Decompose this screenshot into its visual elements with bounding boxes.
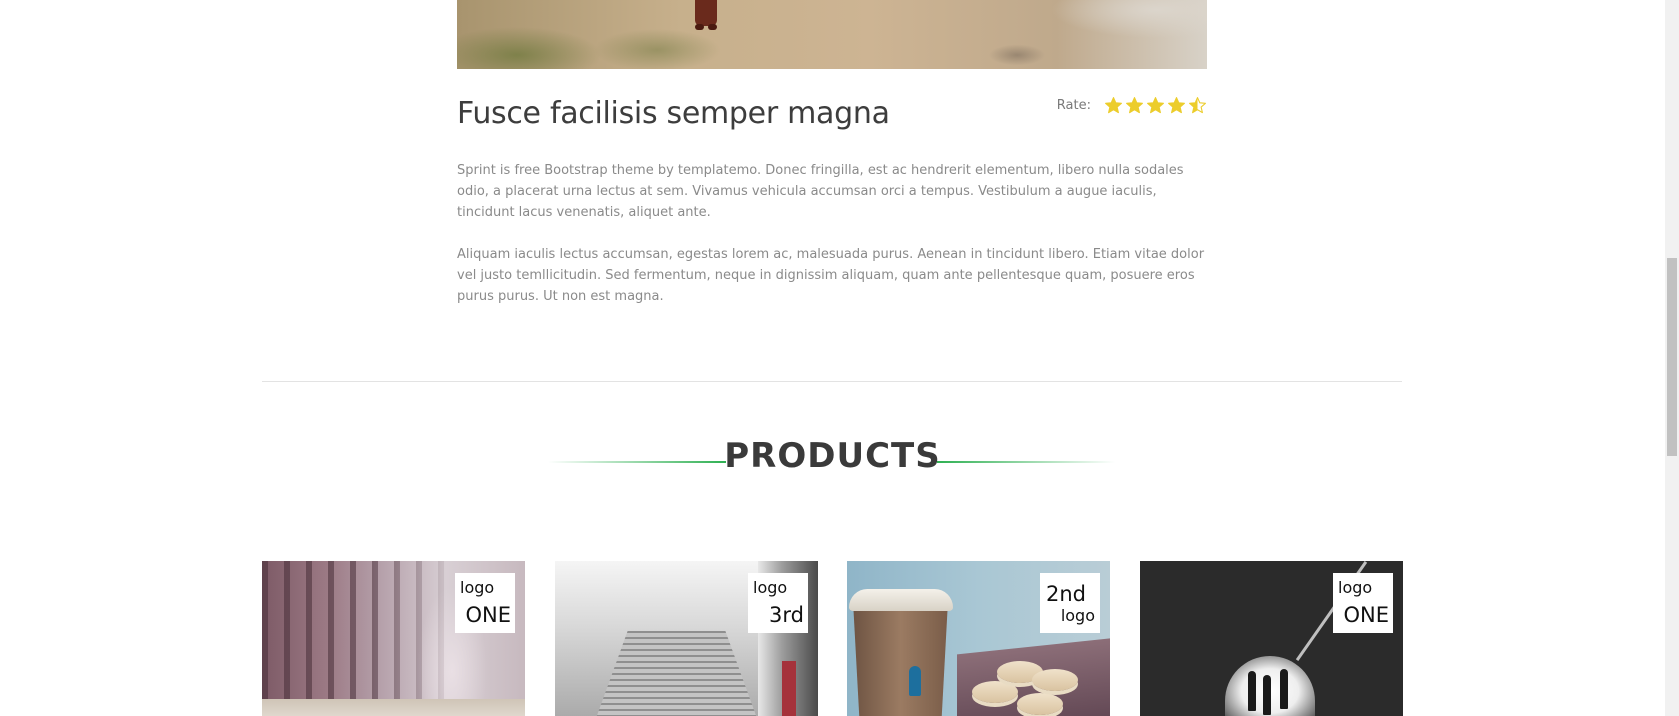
logo-small-text: logo xyxy=(1338,578,1373,597)
silhouette xyxy=(1280,669,1288,709)
stairs-flag xyxy=(782,661,796,716)
logo-big-text: 3rd xyxy=(769,603,804,627)
article-title: Fusce facilisis semper magna xyxy=(457,96,890,131)
silhouette xyxy=(1263,675,1271,715)
logo-big-text: ONE xyxy=(465,603,511,627)
product-card[interactable]: 2nd logo xyxy=(847,561,1110,716)
article-paragraph: Sprint is free Bootstrap theme by templa… xyxy=(457,163,1184,220)
star-full-icon[interactable] xyxy=(1146,96,1165,115)
product-card[interactable]: logo 3rd xyxy=(555,561,818,716)
macaron xyxy=(1032,669,1078,691)
article-hero-image xyxy=(457,0,1207,69)
coffee-lid xyxy=(849,589,953,611)
product-card[interactable]: logo ONE xyxy=(262,561,525,716)
article-paragraph: Aliquam iaculis lectus accumsan, egestas… xyxy=(457,247,1205,304)
product-logo: logo ONE xyxy=(1333,573,1393,633)
product-card[interactable]: logo ONE xyxy=(1140,561,1403,716)
silhouette xyxy=(1248,671,1256,711)
logo-big-text: ONE xyxy=(1343,603,1389,627)
page: Fusce facilisis semper magna Rate: Sprin… xyxy=(0,0,1679,716)
macaron xyxy=(972,681,1018,703)
products-heading-wrap: PRODUCTS xyxy=(0,436,1665,476)
hero-figure xyxy=(695,0,717,30)
page-scrollbar[interactable] xyxy=(1665,0,1679,716)
rating: Rate: xyxy=(1057,96,1207,115)
stairs xyxy=(595,631,758,716)
star-full-icon[interactable] xyxy=(1167,96,1186,115)
logo-small-text: logo xyxy=(460,578,495,597)
star-full-icon[interactable] xyxy=(1125,96,1144,115)
logo-big-text: 2nd xyxy=(1046,582,1087,606)
product-logo: 2nd logo xyxy=(1040,573,1100,633)
star-full-icon[interactable] xyxy=(1104,96,1123,115)
products-heading: PRODUCTS xyxy=(724,436,941,476)
product-logo: logo 3rd xyxy=(748,573,808,633)
article-body: Sprint is free Bootstrap theme by templa… xyxy=(457,160,1207,328)
rating-stars[interactable] xyxy=(1104,96,1207,115)
logo-small-text: logo xyxy=(1060,606,1095,625)
forest-road xyxy=(262,699,525,716)
logo-small-text: logo xyxy=(753,578,788,597)
macaron xyxy=(1017,693,1063,715)
product-logo: logo ONE xyxy=(455,573,515,633)
star-half-icon[interactable] xyxy=(1188,96,1207,115)
section-divider xyxy=(262,381,1402,382)
scrollbar-thumb[interactable] xyxy=(1667,258,1677,456)
rating-label: Rate: xyxy=(1056,98,1091,113)
blue-bottle-mark xyxy=(909,666,921,696)
coffee-cup xyxy=(853,601,948,716)
